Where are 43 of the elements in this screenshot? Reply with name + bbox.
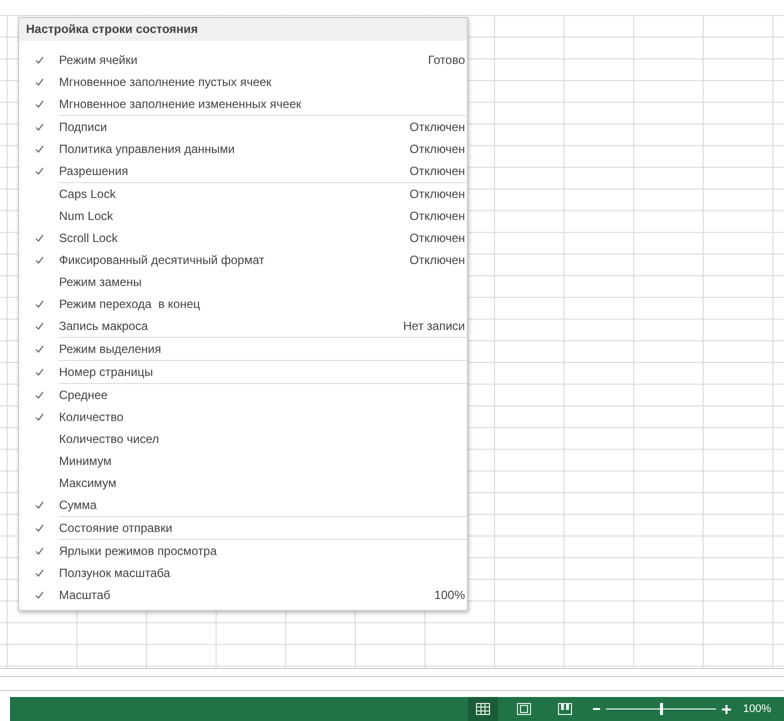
menu-item[interactable]: Максимум (59, 476, 467, 490)
slider-thumb[interactable] (660, 703, 663, 715)
menu-item[interactable]: Состояние отправки (59, 521, 467, 535)
menu-item[interactable]: Scroll Lock (59, 231, 410, 245)
status-value: Отключен (409, 187, 466, 201)
status-value: Отключен (409, 209, 466, 223)
menu-item[interactable]: Масштаб (59, 588, 434, 602)
grid-view-icon (476, 703, 490, 715)
menu-item[interactable]: Номер страницы (59, 365, 467, 379)
page-layout-icon (517, 703, 531, 715)
status-value: Отключен (409, 253, 466, 267)
menu-item[interactable]: Мгновенное заполнение пустых ячеек (59, 75, 467, 89)
menu-item[interactable]: Политика управления данными (59, 142, 410, 156)
menu-item[interactable]: Среднее (59, 388, 467, 402)
menu-item[interactable]: Количество чисел (59, 432, 467, 446)
status-value: Отключен (409, 120, 466, 134)
menu-item[interactable]: Количество (59, 410, 467, 424)
view-button[interactable] (468, 697, 498, 721)
status-value: Отключен (409, 231, 466, 245)
zoom-level[interactable]: 100% (743, 703, 772, 715)
menu-item[interactable]: Фиксированный десятичный формат (59, 253, 410, 267)
menu-title: Настройка строки состояния (19, 18, 467, 41)
menu-item[interactable]: Ползунок масштаба (59, 566, 467, 580)
status-value: Готово (428, 53, 466, 67)
menu-item[interactable]: Режим замены (59, 275, 467, 289)
status-value: Нет записи (403, 319, 466, 333)
menu-item[interactable]: Caps Lock (59, 187, 410, 201)
menu-item[interactable]: Режим перехода в конец (59, 297, 467, 311)
menu-item[interactable]: Минимум (59, 454, 467, 468)
menu-item[interactable]: Режим ячейки (59, 53, 428, 67)
status-value: Отключен (409, 164, 466, 178)
page-break-icon (558, 703, 572, 715)
status-value: 100% (434, 588, 466, 602)
menu-item[interactable]: Режим выделения (59, 342, 467, 356)
menu-item[interactable]: Запись макроса (59, 319, 404, 333)
menu-item[interactable]: Разрешения (59, 164, 410, 178)
menu-item[interactable]: Num Lock (59, 209, 410, 223)
status-value: Отключен (409, 142, 466, 156)
menu-item[interactable]: Мгновенное заполнение измененных ячеек (59, 97, 467, 111)
menu-item[interactable]: Подписи (59, 120, 410, 134)
menu-item[interactable]: Сумма (59, 498, 467, 512)
menu-item[interactable]: Ярлыки режимов просмотра (59, 544, 467, 558)
zoom-in-icon[interactable] (722, 704, 731, 714)
